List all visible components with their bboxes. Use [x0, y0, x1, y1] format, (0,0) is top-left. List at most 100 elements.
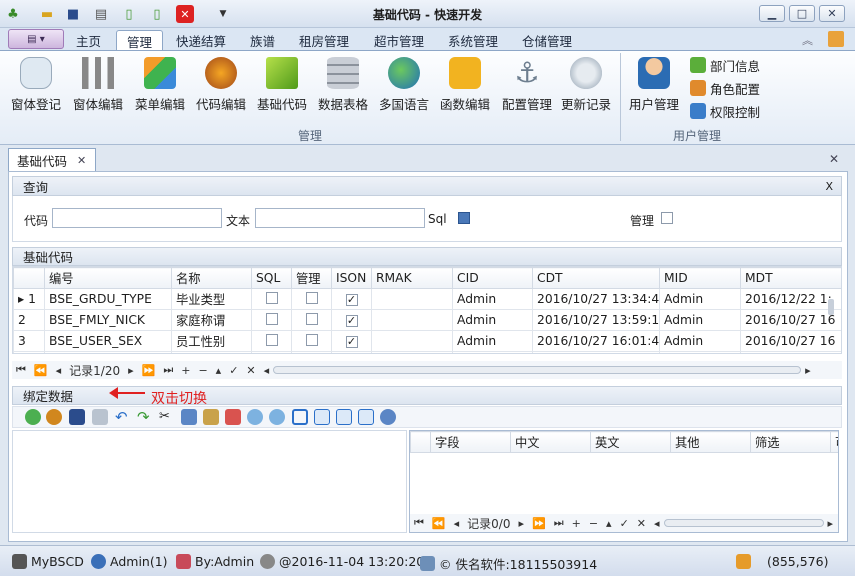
col-header-sql[interactable]: SQL: [251, 267, 292, 289]
nav-remove-icon[interactable]: −: [198, 364, 207, 377]
col-header-cdt[interactable]: CDT: [532, 267, 660, 289]
tab-express-settlement[interactable]: 快递结算: [166, 30, 236, 51]
data-table-button[interactable]: 数据表格: [313, 53, 373, 115]
bind-col-other[interactable]: 其他: [670, 431, 751, 453]
tab-genealogy[interactable]: 族谱: [240, 30, 285, 51]
multi-language-button[interactable]: 多国语言: [374, 53, 434, 115]
config-manage-button[interactable]: ⚓ 配置管理: [496, 53, 558, 115]
checkbox[interactable]: [305, 291, 318, 304]
cell-sql[interactable]: [251, 351, 292, 353]
nav-add-icon[interactable]: +: [181, 364, 190, 377]
col-header-code[interactable]: 编号: [44, 267, 172, 289]
bind-nav-last-icon[interactable]: ⏭: [554, 516, 564, 530]
nav-scroll-left-icon[interactable]: ◂: [264, 364, 270, 377]
cut-icon[interactable]: ✂: [159, 409, 175, 425]
sql-checkbox[interactable]: [458, 212, 470, 224]
cell-ison[interactable]: ✓: [331, 330, 372, 352]
delete-icon[interactable]: [225, 409, 241, 425]
cell-manage[interactable]: [291, 330, 332, 352]
code-input[interactable]: [52, 208, 222, 228]
save-icon[interactable]: [69, 409, 85, 425]
dept-info-button[interactable]: 部门信息: [690, 55, 760, 75]
copy-icon[interactable]: [181, 409, 197, 425]
col-header-cid[interactable]: CID: [452, 267, 533, 289]
settings-icon[interactable]: [380, 409, 396, 425]
bind-horizontal-scrollbar[interactable]: [663, 519, 824, 527]
select-all-icon[interactable]: [292, 409, 308, 425]
tab-system[interactable]: 系统管理: [438, 30, 508, 51]
bind-nav-cancel-icon[interactable]: ✕: [637, 517, 646, 530]
collapse-ribbon-icon[interactable]: ︽: [802, 32, 813, 48]
checkbox[interactable]: [265, 312, 278, 325]
checkbox[interactable]: [305, 312, 318, 325]
tab-home[interactable]: 主页: [66, 30, 111, 51]
table-row[interactable]: 3 BSE_USER_SEX 员工性别 ✓ Admin 2016/10/27 16:01:…: [13, 330, 841, 352]
paste-icon[interactable]: [203, 409, 219, 425]
nav-cancel-icon[interactable]: ✕: [246, 364, 255, 377]
cell-manage[interactable]: [291, 288, 332, 310]
comment-remove-icon[interactable]: [269, 409, 285, 425]
bind-nav-first-icon[interactable]: ⏮: [414, 516, 424, 530]
help-book-icon[interactable]: [828, 31, 844, 47]
bind-col-filter[interactable]: 筛选: [750, 431, 831, 453]
nav-up-icon[interactable]: ▴: [216, 364, 222, 377]
query-close-button[interactable]: X: [825, 180, 833, 193]
move-up-icon[interactable]: [336, 409, 352, 425]
user-manage-button[interactable]: 用户管理: [626, 53, 682, 115]
col-header-manage[interactable]: 管理: [291, 267, 332, 289]
nav-prev-icon[interactable]: ◂: [56, 364, 62, 377]
col-header-rmak[interactable]: RMAK: [371, 267, 453, 289]
bind-nav-prev-page-icon[interactable]: ⏪: [432, 517, 446, 530]
checked-checkbox[interactable]: ✓: [345, 336, 358, 348]
bind-nav-scroll-left-icon[interactable]: ◂: [654, 517, 660, 530]
table-row[interactable]: 4BSE_USER_NTYPE户口类型 ✓ Admin2016/10/28 9:10…: [13, 351, 841, 353]
cell-sql[interactable]: [251, 309, 292, 331]
bind-col-extra[interactable]: 可: [830, 431, 838, 453]
maximize-button[interactable]: □: [789, 5, 815, 22]
update-log-button[interactable]: 更新记录: [559, 53, 613, 115]
grid-vertical-scrollbar[interactable]: [828, 299, 834, 315]
cell-sql[interactable]: [251, 330, 292, 352]
undo-icon[interactable]: ↶: [115, 409, 131, 425]
cell-ison[interactable]: ✓: [331, 351, 372, 353]
nav-next-icon[interactable]: ▸: [128, 364, 134, 377]
doc-tab-close-icon[interactable]: ✕: [77, 154, 86, 167]
tab-rental[interactable]: 租房管理: [289, 30, 359, 51]
checkbox[interactable]: [265, 333, 278, 346]
form-edit-button[interactable]: 窗体编辑: [68, 53, 128, 115]
bind-nav-remove-icon[interactable]: −: [589, 517, 598, 530]
minimize-button[interactable]: ▁: [759, 5, 785, 22]
comment-add-icon[interactable]: [247, 409, 263, 425]
col-header-ison[interactable]: ISON: [331, 267, 372, 289]
cell-sql[interactable]: [251, 288, 292, 310]
col-header-mid[interactable]: MID: [659, 267, 741, 289]
nav-last-icon[interactable]: ⏭: [163, 363, 173, 377]
bug-icon[interactable]: [46, 409, 62, 425]
col-header-name[interactable]: 名称: [171, 267, 252, 289]
tab-warehouse[interactable]: 仓储管理: [512, 30, 582, 51]
code-edit-button[interactable]: 代码编辑: [191, 53, 251, 115]
app-menu-button[interactable]: ▤ ▾: [8, 29, 64, 49]
export-icon[interactable]: [358, 409, 374, 425]
permission-button[interactable]: 权限控制: [690, 101, 760, 121]
cell-ison[interactable]: ✓: [331, 288, 372, 310]
bind-nav-confirm-icon[interactable]: ✓: [620, 517, 629, 530]
checkbox[interactable]: [305, 333, 318, 346]
base-code-button[interactable]: 基础代码: [252, 53, 312, 115]
bind-nav-next-icon[interactable]: ▸: [518, 517, 524, 530]
function-edit-button[interactable]: 函数编辑: [435, 53, 495, 115]
nav-scroll-right-icon[interactable]: ▸: [805, 364, 811, 377]
form-register-button[interactable]: 窗体登记: [6, 53, 66, 115]
move-down-icon[interactable]: [314, 409, 330, 425]
grid-horizontal-scrollbar[interactable]: [273, 366, 802, 374]
manage-checkbox[interactable]: [661, 212, 673, 224]
checkbox[interactable]: [265, 291, 278, 304]
col-header-mdt[interactable]: MDT: [740, 267, 841, 289]
clear-icon[interactable]: [92, 409, 108, 425]
nav-prev-page-icon[interactable]: ⏪: [34, 364, 48, 377]
bind-col-field[interactable]: 字段: [430, 431, 511, 453]
bind-nav-scroll-right-icon[interactable]: ▸: [828, 517, 834, 530]
bind-nav-up-icon[interactable]: ▴: [606, 517, 612, 530]
bind-left-pane[interactable]: [12, 430, 407, 533]
refresh-icon[interactable]: [25, 409, 41, 425]
